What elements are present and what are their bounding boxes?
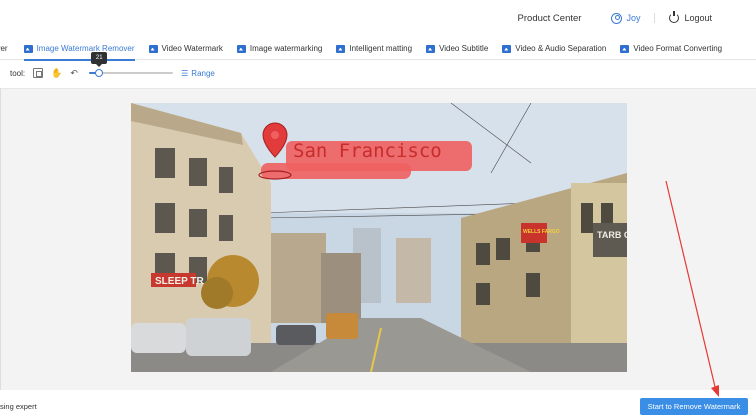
top-bar: Product Center Joy Logout bbox=[0, 0, 756, 36]
header-actions: Product Center Joy Logout bbox=[518, 0, 712, 36]
pin-center bbox=[271, 131, 279, 139]
start-remove-watermark-button[interactable]: Start to Remove Watermark bbox=[640, 398, 748, 415]
range-label: Range bbox=[191, 68, 215, 78]
tool-label: tool: bbox=[10, 68, 26, 78]
white-car bbox=[131, 323, 186, 353]
cafe-sign: TARB COF bbox=[597, 230, 627, 240]
logout-button[interactable]: Logout bbox=[669, 11, 712, 23]
undo-icon[interactable]: ↶ bbox=[69, 68, 79, 78]
bank-sign: WELLS FARGO bbox=[523, 229, 560, 235]
range-icon: ☰ bbox=[181, 68, 189, 78]
tab-image-watermarking[interactable]: Image watermarking bbox=[236, 38, 323, 60]
range-button[interactable]: ☰ Range bbox=[181, 69, 215, 78]
hand-icon[interactable]: ✋ bbox=[51, 68, 62, 78]
mid-building-left bbox=[271, 233, 326, 323]
footer-text: sing expert bbox=[0, 402, 37, 411]
shop-sign: SLEEP TR bbox=[155, 276, 204, 287]
tab-remover-partial[interactable]: over bbox=[0, 38, 8, 60]
tab-label: over bbox=[0, 44, 8, 53]
tool-bar: tool: ✋ ↶ 21 ☰ Range bbox=[10, 52, 215, 82]
tool-tabs: over Image Watermark Remover Video Water… bbox=[0, 38, 756, 61]
brush-size-slider[interactable]: 21 bbox=[89, 52, 174, 78]
dark-car bbox=[276, 325, 316, 345]
tab-intelligent-matting[interactable]: Intelligent matting bbox=[336, 38, 412, 60]
tab-video-audio-separation[interactable]: Video & Audio Separation bbox=[502, 38, 606, 60]
tab-label: Intelligent matting bbox=[349, 44, 413, 53]
corner-building bbox=[571, 183, 627, 343]
header-divider bbox=[654, 13, 656, 23]
tab-video-format-converting[interactable]: Video Format Converting bbox=[620, 38, 722, 60]
tab-label: Image watermarking bbox=[249, 44, 323, 53]
tab-label: Video Subtitle bbox=[439, 44, 489, 53]
tab-label: Video Format Converting bbox=[633, 44, 723, 53]
video-icon bbox=[426, 44, 436, 53]
street-photo: SLEEP TR WELLS FARGO TARB COF bbox=[131, 103, 627, 372]
image-icon bbox=[23, 44, 33, 53]
wand-icon bbox=[336, 44, 346, 53]
tab-video-subtitle[interactable]: Video Subtitle bbox=[426, 38, 488, 60]
tab-image-watermark-remover[interactable]: Image Watermark Remover bbox=[23, 38, 135, 61]
user-name: Joy bbox=[626, 13, 641, 23]
logout-label: Logout bbox=[684, 13, 712, 23]
product-center-link[interactable]: Product Center bbox=[518, 13, 582, 24]
brush-size-tooltip: 21 bbox=[91, 52, 108, 67]
tab-video-watermark[interactable]: Video Watermark bbox=[148, 38, 223, 60]
cable-car bbox=[326, 313, 358, 339]
cafe-sign-bg bbox=[593, 223, 627, 257]
tree-part bbox=[201, 277, 233, 309]
image-icon bbox=[236, 44, 246, 53]
tab-label: Image Watermark Remover bbox=[36, 44, 135, 53]
tab-label: Video Watermark bbox=[161, 44, 223, 53]
power-icon bbox=[669, 11, 680, 23]
file-icon bbox=[620, 44, 630, 53]
tab-label: Video & Audio Separation bbox=[515, 44, 607, 53]
video-icon bbox=[502, 44, 512, 53]
watermark-text: San Francisco bbox=[293, 140, 442, 162]
user-icon bbox=[611, 12, 623, 24]
distant-building bbox=[396, 238, 431, 303]
photo-canvas[interactable]: SLEEP TR WELLS FARGO TARB COF bbox=[131, 103, 627, 372]
silver-car bbox=[186, 318, 251, 356]
video-icon bbox=[148, 44, 158, 53]
slider-thumb[interactable] bbox=[95, 69, 104, 77]
mid-building bbox=[321, 253, 361, 323]
select-box-icon[interactable] bbox=[33, 68, 44, 78]
left-divider bbox=[0, 88, 1, 390]
user-menu[interactable]: Joy bbox=[611, 12, 641, 24]
